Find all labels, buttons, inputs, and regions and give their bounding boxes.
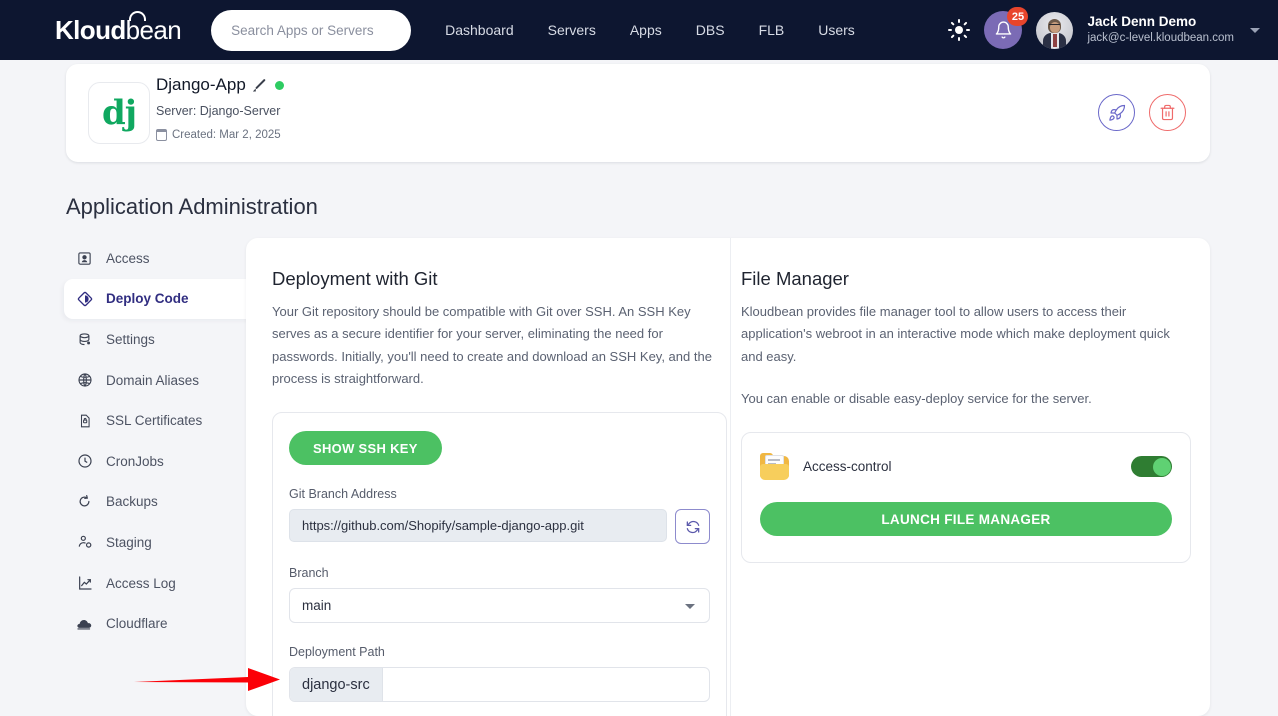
sidebar-item-label: Staging bbox=[106, 534, 152, 550]
brand-name-bold: Kloud bbox=[55, 14, 126, 45]
branch-selected-value: main bbox=[302, 598, 332, 614]
chart-line-icon bbox=[76, 575, 93, 592]
search-placeholder-text: Search Apps or Servers bbox=[231, 22, 374, 38]
server-label: Server: Django-Server bbox=[156, 104, 281, 118]
git-panel-heading: Deployment with Git bbox=[272, 268, 438, 289]
clock-icon bbox=[76, 453, 93, 470]
deployment-path-label: Deployment Path bbox=[289, 645, 385, 660]
sidebar-item-settings[interactable]: Settings bbox=[64, 319, 262, 360]
user-email-label: jack@c-level.kloudbean.com bbox=[1087, 32, 1234, 45]
file-manager-section: File Manager Kloudbean provides file man… bbox=[741, 238, 1191, 564]
folder-document-icon bbox=[760, 453, 789, 481]
lock-doc-icon bbox=[76, 412, 93, 429]
sidebar-item-ssl-certificates[interactable]: SSL Certificates bbox=[64, 400, 262, 441]
avatar[interactable] bbox=[1036, 11, 1074, 49]
branch-label: Branch bbox=[289, 566, 329, 581]
access-control-toggle[interactable] bbox=[1131, 456, 1172, 478]
file-manager-description: Kloudbean provides file manager tool to … bbox=[741, 304, 1170, 364]
file-manager-heading: File Manager bbox=[741, 268, 849, 289]
admin-sidebar: Access Deploy Code Settings Domain Alias… bbox=[64, 238, 262, 644]
deployment-path-field: django-src bbox=[289, 667, 710, 703]
deploy-code-icon bbox=[76, 290, 93, 307]
git-branch-address-input[interactable]: https://github.com/Shopify/sample-django… bbox=[289, 509, 667, 543]
launch-file-manager-button[interactable]: LAUNCH FILE MANAGER bbox=[760, 502, 1172, 537]
git-form-card: SHOW SSH KEY Git Branch Address https://… bbox=[272, 412, 727, 716]
access-control-row: Access-control bbox=[760, 453, 1172, 481]
rocket-icon[interactable] bbox=[1098, 94, 1135, 131]
sidebar-item-label: Domain Aliases bbox=[106, 372, 200, 388]
deployment-path-input[interactable] bbox=[383, 668, 709, 701]
nav-link-users[interactable]: Users bbox=[818, 22, 855, 38]
primary-nav-links: Dashboard Servers Apps DBS FLB Users bbox=[445, 22, 855, 38]
sidebar-item-label: Access bbox=[106, 250, 150, 266]
sidebar-item-label: Backups bbox=[106, 494, 158, 510]
branch-select[interactable]: main bbox=[289, 588, 710, 624]
notification-count-badge: 25 bbox=[1007, 7, 1029, 26]
sidebar-item-cloudflare[interactable]: Cloudflare bbox=[64, 603, 262, 644]
page-content: dj Django-App Server: Django-Server Crea… bbox=[0, 60, 1278, 716]
top-navigation-bar: Kloud bean Search Apps or Servers Dashboa… bbox=[0, 0, 1278, 60]
git-branch-address-row: https://github.com/Shopify/sample-django… bbox=[289, 509, 710, 545]
page-title: Django-App bbox=[156, 75, 246, 94]
sidebar-item-label: CronJobs bbox=[106, 453, 164, 469]
search-input[interactable]: Search Apps or Servers bbox=[211, 9, 412, 51]
access-control-label: Access-control bbox=[803, 459, 892, 475]
refresh-icon bbox=[76, 493, 93, 510]
created-date-row: Created: Mar 2, 2025 bbox=[155, 129, 284, 141]
sidebar-item-label: Settings bbox=[106, 331, 155, 347]
sun-icon[interactable] bbox=[948, 19, 971, 41]
sidebar-item-staging[interactable]: Staging bbox=[64, 522, 262, 563]
chevron-down-icon bbox=[685, 604, 695, 610]
kloudbean-logo[interactable]: Kloud bean bbox=[55, 10, 182, 46]
card-action-buttons bbox=[1098, 94, 1186, 131]
file-manager-description-2: You can enable or disable easy-deploy se… bbox=[741, 391, 1092, 407]
panel-divider bbox=[730, 238, 731, 716]
nav-link-apps[interactable]: Apps bbox=[630, 22, 662, 38]
sidebar-item-access-log[interactable]: Access Log bbox=[64, 563, 262, 604]
application-info: Django-App Server: Django-Server Created… bbox=[155, 75, 284, 141]
section-heading: Application Administration bbox=[66, 194, 318, 219]
globe-icon bbox=[76, 372, 93, 389]
user-name-label: Jack Denn Demo bbox=[1087, 14, 1197, 30]
file-manager-card: Access-control LAUNCH FILE MANAGER bbox=[741, 432, 1191, 564]
sidebar-item-label: Deploy Code bbox=[106, 291, 189, 307]
django-logo-icon: dj bbox=[88, 82, 150, 144]
cloud-icon bbox=[129, 10, 146, 21]
status-badge bbox=[274, 80, 284, 90]
user-card-icon bbox=[76, 250, 93, 267]
toggle-knob bbox=[1152, 457, 1171, 476]
cloud-icon bbox=[76, 615, 93, 632]
nav-link-dbs[interactable]: DBS bbox=[696, 22, 725, 38]
pencil-icon[interactable] bbox=[253, 79, 266, 92]
calendar-icon bbox=[155, 129, 168, 141]
user-gear-icon bbox=[76, 534, 93, 551]
sync-refresh-icon[interactable] bbox=[675, 509, 710, 545]
git-panel-description: Your Git repository should be compatible… bbox=[272, 304, 712, 387]
sidebar-item-label: SSL Certificates bbox=[106, 413, 203, 429]
sidebar-item-deploy-code[interactable]: Deploy Code bbox=[64, 278, 262, 320]
created-date-label: Created: Mar 2, 2025 bbox=[172, 129, 281, 141]
sidebar-item-domain-aliases[interactable]: Domain Aliases bbox=[64, 360, 262, 401]
application-summary-card: dj Django-App Server: Django-Server Crea… bbox=[66, 64, 1210, 162]
git-branch-address-label: Git Branch Address bbox=[289, 487, 397, 502]
nav-link-servers[interactable]: Servers bbox=[548, 22, 596, 38]
chevron-down-icon[interactable] bbox=[1250, 27, 1260, 33]
nav-link-dashboard[interactable]: Dashboard bbox=[445, 22, 514, 38]
sidebar-item-cronjobs[interactable]: CronJobs bbox=[64, 441, 262, 482]
notifications-button[interactable]: 25 bbox=[984, 7, 1029, 49]
deployment-path-prefix: django-src bbox=[290, 668, 383, 702]
sidebar-item-label: Access Log bbox=[106, 575, 176, 591]
sidebar-item-label: Cloudflare bbox=[106, 616, 168, 632]
show-ssh-key-button[interactable]: SHOW SSH KEY bbox=[289, 431, 442, 466]
nav-link-flb[interactable]: FLB bbox=[759, 22, 785, 38]
sidebar-item-backups[interactable]: Backups bbox=[64, 482, 262, 523]
user-menu[interactable]: Jack Denn Demo jack@c-level.kloudbean.co… bbox=[1087, 14, 1234, 45]
nav-right-cluster: 25 Jack Denn Demo jack@c-level.kloudbean… bbox=[948, 0, 1260, 60]
deployment-with-git-section: Deployment with Git Your Git repository … bbox=[272, 238, 727, 716]
database-icon bbox=[76, 331, 93, 348]
admin-main-panel: Deployment with Git Your Git repository … bbox=[246, 238, 1210, 716]
sidebar-item-access[interactable]: Access bbox=[64, 238, 262, 279]
trash-icon[interactable] bbox=[1149, 94, 1186, 131]
